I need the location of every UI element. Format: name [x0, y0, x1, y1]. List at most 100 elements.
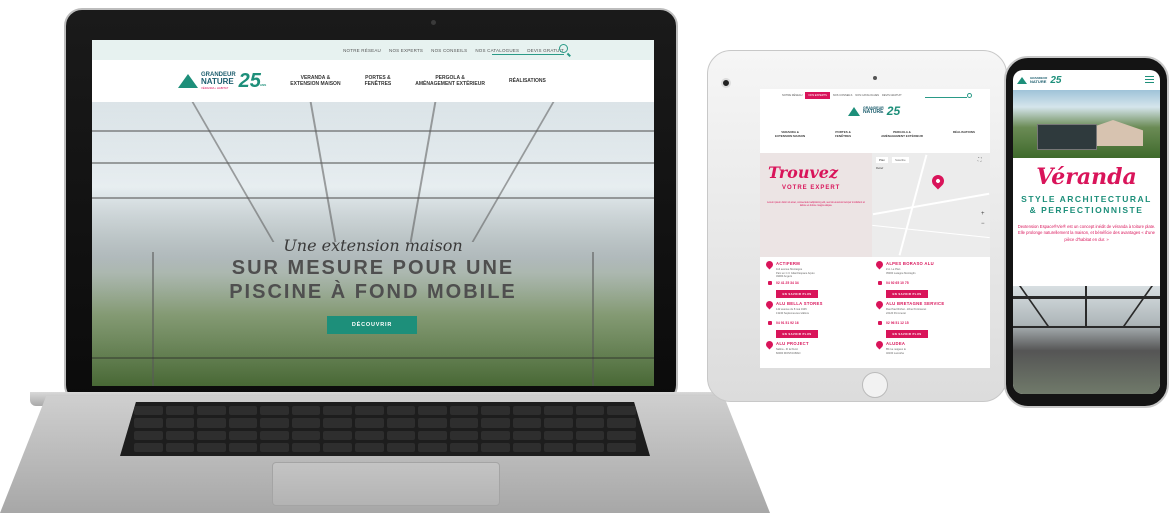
laptop-screen: NOTRE RÉSEAU NOS EXPERTS NOS CONSEILS NO…	[92, 40, 654, 386]
zoom-out-icon[interactable]: −	[981, 221, 985, 227]
menu-pergola[interactable]: PERGOLA & AMÉNAGEMENT EXTÉRIEUR	[415, 75, 485, 88]
keyboard-key	[544, 430, 573, 440]
keyboard-key	[386, 442, 416, 452]
keyboard-key	[575, 442, 605, 452]
keyboard-key	[323, 406, 352, 416]
keyboard-key	[197, 406, 226, 416]
laptop-search-input[interactable]	[492, 47, 564, 55]
dealer-phone[interactable]: 04 92 65 10 75	[886, 281, 909, 285]
dealer-name[interactable]: ALU BRETAGNE SERVICE	[886, 301, 944, 306]
anniversary-badge: 25	[886, 104, 901, 118]
search-icon[interactable]	[967, 93, 972, 98]
laptop-header: GRANDEUR NATURE VÉRANDA • HABITAT 25 ANS…	[92, 60, 654, 102]
keyboard-key	[165, 406, 195, 416]
roof-rafter	[1018, 286, 1050, 326]
keyboard-key	[575, 418, 605, 428]
roof-beam	[92, 197, 654, 199]
keyboard-key	[291, 442, 321, 452]
t-menu-portes[interactable]: PORTES & FENÊTRES	[835, 130, 851, 139]
en-savoir-plus-button[interactable]: EN SAVOIR PLUS	[886, 330, 928, 338]
veranda-photo	[1013, 90, 1160, 158]
map-tab-satellite[interactable]: Satellite	[892, 157, 909, 163]
dealer-name[interactable]: ALPES BORASO ALU	[886, 261, 934, 266]
keyboard-key	[228, 406, 258, 416]
keyboard-key	[481, 442, 510, 452]
location-pin-icon	[874, 339, 885, 350]
nav-experts[interactable]: NOS EXPERTS	[389, 48, 423, 53]
phone-icon	[878, 281, 882, 285]
en-savoir-plus-button[interactable]: EN SAVOIR PLUS	[776, 330, 818, 338]
keyboard-key	[449, 430, 479, 440]
hero-script-title: Une extension maison	[283, 236, 463, 255]
dealer-name[interactable]: ACTIFERM	[776, 261, 800, 266]
dealer-name[interactable]: ALUDEA	[886, 341, 905, 346]
dealer-map[interactable]: Plan Satellite Relief + − ⛶	[872, 153, 990, 257]
keyboard-key	[386, 418, 416, 428]
keyboard-key	[228, 418, 258, 428]
hamburger-menu-icon[interactable]	[1145, 76, 1154, 83]
zoom-in-icon[interactable]: +	[981, 211, 985, 217]
t-nav-devis[interactable]: DEVIS GRATUIT	[882, 94, 902, 97]
keyboard-key	[134, 430, 163, 440]
search-icon[interactable]	[559, 44, 568, 53]
dealer-phone[interactable]: 02 41 25 34 34	[776, 281, 799, 285]
keyboard-key	[291, 418, 321, 428]
t-menu-realisations[interactable]: RÉALISATIONS	[953, 130, 975, 139]
menu-realisations[interactable]: RÉALISATIONS	[509, 78, 546, 85]
dealer-phone[interactable]: 02 96 51 12 15	[886, 321, 909, 325]
en-savoir-plus-button[interactable]: EN SAVOIR PLUS	[886, 290, 928, 298]
anniversary-suffix: ANS	[259, 83, 267, 87]
banner-subtitle: VOTRE EXPERT	[782, 185, 841, 191]
tablet-home-button[interactable]	[862, 372, 888, 398]
keyboard-key	[197, 430, 226, 440]
keyboard-key	[134, 418, 163, 428]
t-nav-reseau[interactable]: NOTRE RÉSEAU	[782, 94, 802, 97]
roof-beam	[92, 130, 654, 132]
keyboard-key	[260, 418, 289, 428]
keyboard-key	[544, 418, 573, 428]
keyboard-key	[512, 418, 542, 428]
brand-logo[interactable]: GRANDEUR NATURE VÉRANDA • HABITAT 25 ANS	[178, 70, 266, 93]
laptop-camera	[431, 20, 436, 25]
keyboard-key	[134, 442, 163, 452]
menu-veranda[interactable]: VERANDA & EXTENSION MAISON	[290, 75, 340, 88]
t-menu-pergola[interactable]: PERGOLA & AMÉNAGEMENT EXTÉRIEUR	[881, 130, 923, 139]
tablet-search-input[interactable]	[925, 97, 967, 98]
map-relief-toggle[interactable]: Relief	[876, 166, 883, 170]
map-tab-plan[interactable]: Plan	[876, 157, 889, 163]
t-menu-veranda[interactable]: VERANDA & EXTENSION MAISON	[775, 130, 805, 139]
keyboard-key	[481, 430, 510, 440]
map-pin-icon[interactable]	[929, 172, 947, 190]
dealer-phone[interactable]: 04 91 51 92 16	[776, 321, 799, 325]
hero-title-line2: PISCINE À FOND MOBILE	[229, 281, 517, 304]
keyboard-key	[575, 430, 605, 440]
laptop-top-nav: NOTRE RÉSEAU NOS EXPERTS NOS CONSEILS NO…	[92, 40, 654, 60]
nav-conseils[interactable]: NOS CONSEILS	[431, 48, 467, 53]
keyboard-key	[165, 430, 195, 440]
keyboard-key	[607, 430, 636, 440]
t-nav-catalogues[interactable]: NOS CATALOGUES	[855, 94, 879, 97]
location-pin-icon	[764, 259, 775, 270]
banner-body: Lorem ipsum dolor sit amet, consectetur …	[767, 201, 865, 208]
keyboard-key	[165, 418, 195, 428]
dealer-name[interactable]: ALU BELLA STORES	[776, 301, 823, 306]
decouvrir-button[interactable]: DÉCOUVRIR	[327, 316, 417, 334]
logo-roof-icon	[178, 74, 198, 88]
fullscreen-icon[interactable]: ⛶	[978, 157, 982, 163]
keyboard-key	[575, 406, 605, 416]
tablet-brand-logo[interactable]: GRANDEUR NATURE 25	[848, 104, 900, 118]
dealer-address: Z.A. Le Plan 05300 Laragne Montéglin	[886, 268, 916, 275]
phone-script-title: Véranda	[1036, 164, 1137, 190]
roof-rafter	[309, 102, 337, 242]
roof-rafter	[191, 102, 275, 242]
phone-brand-logo[interactable]: GRANDEUR NATURE 25	[1017, 75, 1061, 86]
logo-line2: NATURE	[201, 77, 234, 87]
dealer-name[interactable]: ALU PROJECT	[776, 341, 809, 346]
nav-reseau[interactable]: NOTRE RÉSEAU	[343, 48, 381, 53]
menu-portes[interactable]: PORTES & FENÊTRES	[365, 75, 392, 88]
keyboard-key	[165, 442, 195, 452]
t-nav-conseils[interactable]: NOS CONSEILS	[833, 94, 852, 97]
en-savoir-plus-button[interactable]: EN SAVOIR PLUS	[776, 290, 818, 298]
keyboard-key	[323, 418, 352, 428]
t-nav-experts-active[interactable]: NOS EXPERTS	[805, 91, 830, 99]
